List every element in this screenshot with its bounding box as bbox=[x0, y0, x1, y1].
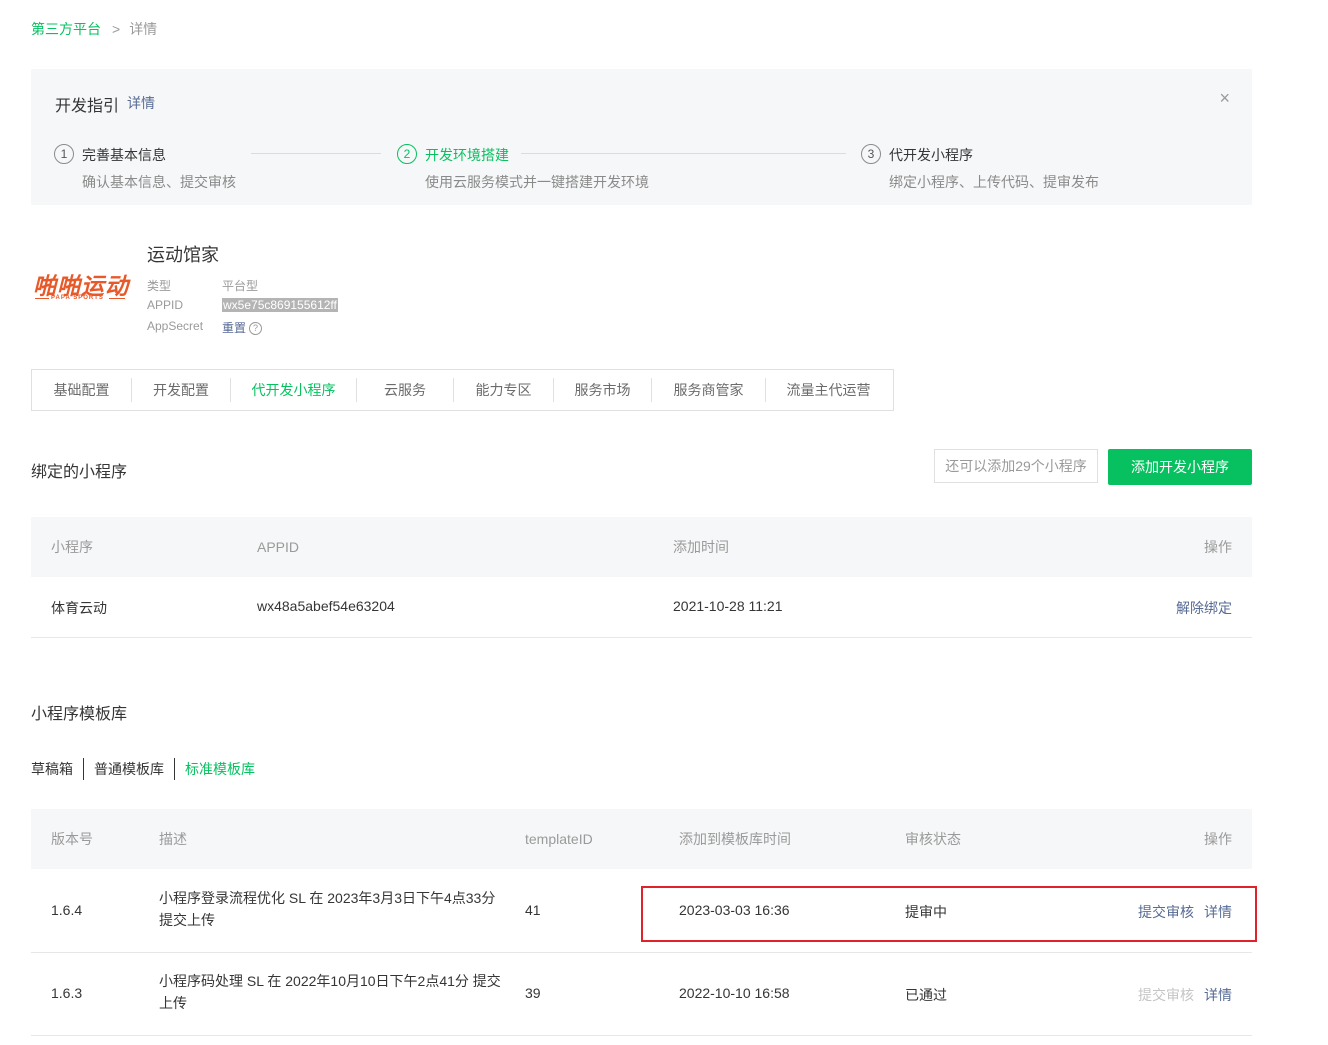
quota-indicator: 还可以添加29个小程序 bbox=[934, 449, 1098, 483]
breadcrumb-current: 详情 bbox=[129, 21, 158, 37]
template-id: 39 bbox=[525, 985, 541, 1001]
type-value: 平台型 bbox=[222, 279, 259, 293]
template-version: 1.6.4 bbox=[51, 902, 83, 918]
col-header-name: 小程序 bbox=[51, 539, 93, 555]
subtab-normal-templates[interactable]: 普通模板库 bbox=[84, 758, 175, 780]
tab-provider-steward[interactable]: 服务商管家 bbox=[652, 378, 766, 402]
col-header-op: 操作 bbox=[1204, 831, 1232, 847]
logo-subtext: PAPA SPORTS bbox=[51, 295, 104, 301]
add-miniprogram-button[interactable]: 添加开发小程序 bbox=[1108, 449, 1252, 485]
template-version: 1.6.3 bbox=[51, 985, 83, 1001]
step-number-2: 2 bbox=[397, 144, 417, 164]
bound-section-title: 绑定的小程序 bbox=[31, 464, 128, 481]
step-number-1: 1 bbox=[54, 144, 74, 164]
reset-secret-link[interactable]: 重置 bbox=[222, 321, 246, 335]
template-subtabs: 草稿箱 普通模板库 标准模板库 bbox=[31, 757, 265, 781]
tab-traffic-operation[interactable]: 流量主代运营 bbox=[766, 378, 891, 402]
table-row: 1.6.3 小程序码处理 SL 在 2022年10月10日下午2点41分 提交上… bbox=[31, 952, 1252, 1036]
guide-title: 开发指引 bbox=[55, 98, 120, 115]
col-header-desc: 描述 bbox=[159, 831, 187, 847]
tab-basic-config[interactable]: 基础配置 bbox=[32, 378, 132, 402]
appid-selected-text[interactable]: wx5e75c869155612ff bbox=[222, 298, 338, 312]
tab-capability-zone[interactable]: 能力专区 bbox=[454, 378, 554, 402]
appid-label: APPID bbox=[147, 298, 184, 312]
question-circle-icon[interactable]: ? bbox=[249, 322, 263, 335]
brand-logo: 啪啪运动 PAPA SPORTS bbox=[31, 265, 129, 311]
col-header-version: 版本号 bbox=[51, 831, 93, 847]
logo-rule bbox=[35, 298, 49, 299]
template-section-title: 小程序模板库 bbox=[31, 706, 128, 723]
miniprogram-name: 体育云动 bbox=[51, 600, 107, 616]
breadcrumb: 第三方平台 > 详情 bbox=[31, 19, 157, 39]
step-connector bbox=[521, 153, 846, 154]
col-header-review-status: 审核状态 bbox=[905, 831, 961, 847]
account-name: 运动馆家 bbox=[147, 245, 219, 265]
col-header-appid: APPID bbox=[257, 539, 300, 555]
tab-service-market[interactable]: 服务市场 bbox=[554, 378, 652, 402]
detail-link[interactable]: 详情 bbox=[1204, 985, 1232, 1005]
subtab-standard-templates[interactable]: 标准模板库 bbox=[175, 758, 265, 780]
chevron-right-icon: > bbox=[112, 21, 121, 37]
step-desc: 使用云服务模式并一键搭建开发环境 bbox=[425, 174, 649, 190]
appsecret-label: AppSecret bbox=[147, 319, 204, 333]
highlight-annotation-box bbox=[641, 886, 1257, 942]
dev-guide-panel: 开发指引 详情 × 1 完善基本信息 确认基本信息、提交审核 2 开发环境搭建 … bbox=[31, 69, 1252, 205]
step-title: 完善基本信息 bbox=[82, 147, 166, 163]
guide-detail-link[interactable]: 详情 bbox=[127, 93, 155, 113]
col-header-op: 操作 bbox=[1204, 539, 1232, 555]
step-connector bbox=[251, 153, 381, 154]
main-tabs: 基础配置 开发配置 代开发小程序 云服务 能力专区 服务市场 服务商管家 流量主… bbox=[31, 369, 894, 411]
bound-table-header: 小程序 APPID 添加时间 操作 bbox=[31, 517, 1252, 577]
logo-rule bbox=[109, 298, 125, 299]
template-table-header: 版本号 描述 templateID 添加到模板库时间 审核状态 操作 bbox=[31, 809, 1252, 869]
miniprogram-appid: wx48a5abef54e63204 bbox=[257, 598, 395, 614]
col-header-time: 添加时间 bbox=[673, 539, 729, 555]
close-icon[interactable]: × bbox=[1219, 89, 1230, 107]
review-status: 已通过 bbox=[905, 987, 947, 1003]
template-desc: 小程序登录流程优化 SL 在 2023年3月3日下午4点33分 提交上传 bbox=[159, 890, 496, 928]
tab-cloud-service[interactable]: 云服务 bbox=[357, 378, 454, 402]
col-header-template-id: templateID bbox=[525, 831, 593, 847]
submit-review-link-disabled: 提交审核 bbox=[1138, 987, 1194, 1003]
template-id: 41 bbox=[525, 902, 541, 918]
step-title: 代开发小程序 bbox=[889, 147, 973, 163]
template-added-time: 2022-10-10 16:58 bbox=[679, 985, 790, 1001]
table-row: 体育云动 wx48a5abef54e63204 2021-10-28 11:21… bbox=[31, 577, 1252, 638]
breadcrumb-parent-link[interactable]: 第三方平台 bbox=[31, 21, 101, 37]
type-label: 类型 bbox=[147, 279, 172, 293]
step-desc: 绑定小程序、上传代码、提审发布 bbox=[889, 174, 1099, 190]
tab-dev-config[interactable]: 开发配置 bbox=[132, 378, 231, 402]
unbind-link[interactable]: 解除绑定 bbox=[1176, 598, 1232, 618]
step-title: 开发环境搭建 bbox=[425, 147, 509, 163]
subtab-drafts[interactable]: 草稿箱 bbox=[31, 758, 84, 780]
appid-value[interactable]: wx5e75c869155612ff bbox=[222, 298, 338, 312]
step-desc: 确认基本信息、提交审核 bbox=[82, 174, 236, 190]
step-number-3: 3 bbox=[861, 144, 881, 164]
col-header-added-time: 添加到模板库时间 bbox=[679, 831, 791, 847]
appsecret-actions: 重置? bbox=[222, 319, 263, 336]
template-desc: 小程序码处理 SL 在 2022年10月10日下午2点41分 提交上传 bbox=[159, 973, 501, 1011]
miniprogram-added-time: 2021-10-28 11:21 bbox=[673, 598, 783, 614]
tab-proxy-dev-miniprogram[interactable]: 代开发小程序 bbox=[231, 378, 357, 402]
